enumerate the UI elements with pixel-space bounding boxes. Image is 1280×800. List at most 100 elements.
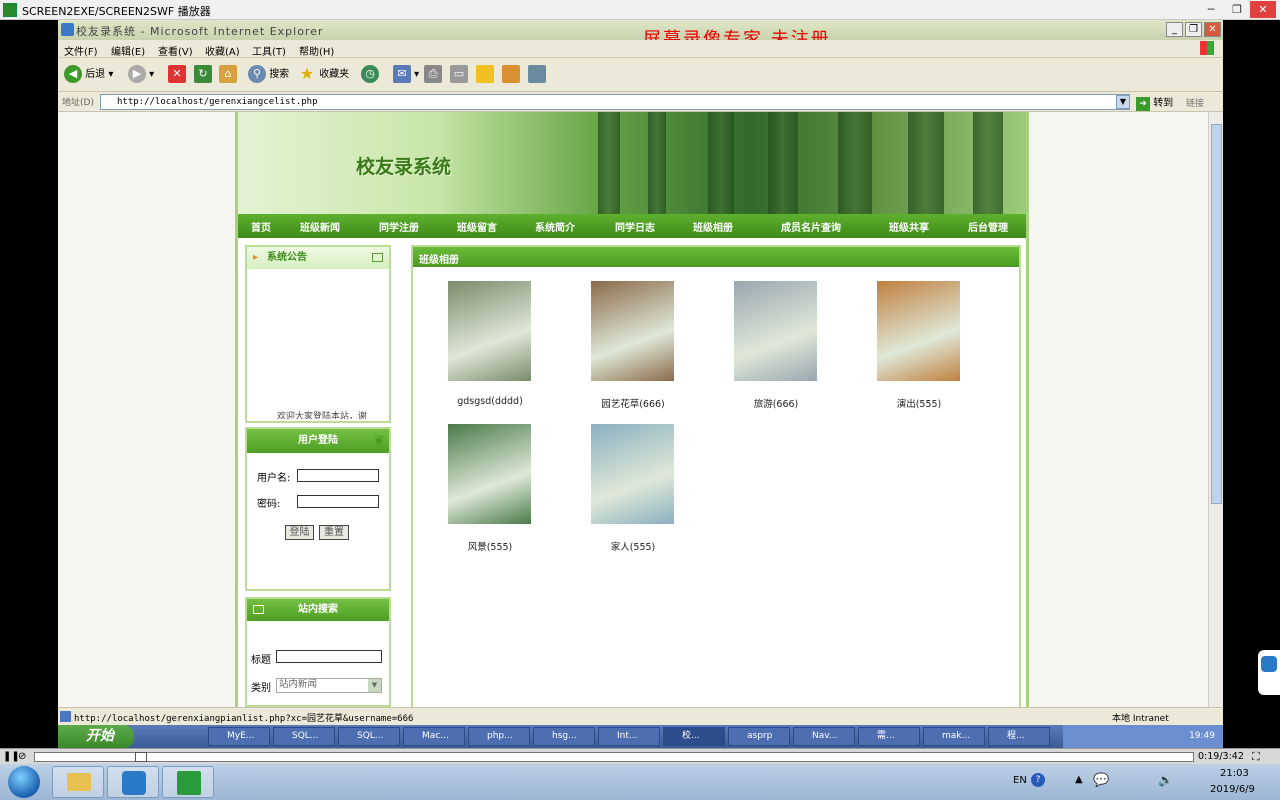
ie-restore-button[interactable]: ❐ bbox=[1185, 22, 1202, 37]
ie-close-button[interactable]: ✕ bbox=[1204, 22, 1221, 37]
win7-clock-time[interactable]: 21:03 bbox=[1220, 768, 1249, 779]
player-taskbar-button[interactable] bbox=[162, 766, 214, 798]
album-caption[interactable]: 风景(555) bbox=[430, 539, 550, 553]
start-button[interactable]: 开始 bbox=[58, 725, 134, 748]
menu-help[interactable]: 帮助(H) bbox=[299, 43, 334, 58]
go-button[interactable]: ➜ 转到 bbox=[1136, 94, 1173, 111]
taskbar-task[interactable]: mak... bbox=[923, 727, 985, 746]
address-dropdown-icon[interactable]: ▼ bbox=[1116, 95, 1130, 109]
taskbar-task[interactable]: MyE... bbox=[208, 727, 270, 746]
volume-icon[interactable]: 🔊 bbox=[1158, 773, 1173, 787]
stop-icon[interactable]: ⊘ bbox=[18, 751, 26, 762]
username-input[interactable] bbox=[297, 469, 379, 482]
teamviewer-taskbar-button[interactable] bbox=[107, 766, 159, 798]
album-caption[interactable]: 园艺花草(666) bbox=[573, 396, 693, 410]
taskbar-task[interactable]: Mac... bbox=[403, 727, 465, 746]
player-maximize-button[interactable]: ❐ bbox=[1224, 1, 1250, 18]
taskbar-task[interactable]: Int... bbox=[598, 727, 660, 746]
help-icon[interactable]: ? bbox=[1031, 773, 1045, 787]
search-box-icon bbox=[253, 605, 264, 614]
taskbar-task[interactable]: 校... bbox=[663, 727, 725, 746]
taskbar-task[interactable]: php... bbox=[468, 727, 530, 746]
album-caption[interactable]: 家人(555) bbox=[573, 539, 693, 553]
album-photo[interactable] bbox=[448, 281, 531, 381]
nav-guestbook[interactable]: 班级留言 bbox=[457, 219, 497, 234]
album-photo[interactable] bbox=[877, 281, 960, 381]
nav-share[interactable]: 班级共享 bbox=[889, 219, 929, 234]
chevron-down-icon: ▼ bbox=[368, 679, 381, 692]
taskbar-task[interactable]: asprp bbox=[728, 727, 790, 746]
win7-start-orb[interactable] bbox=[8, 766, 40, 798]
nav-album[interactable]: 班级相册 bbox=[693, 219, 733, 234]
favorites-button[interactable]: ★ 收藏夹 bbox=[298, 65, 349, 85]
status-url: http://localhost/gerenxiangpianlist.php?… bbox=[74, 714, 414, 724]
site-banner: 校友录系统 bbox=[238, 112, 1026, 214]
mail-button[interactable]: ✉ ▾ bbox=[393, 65, 419, 85]
taskbar-task[interactable]: SQL... bbox=[273, 727, 335, 746]
seek-bar[interactable] bbox=[34, 752, 1194, 762]
print-button[interactable]: ⎙ bbox=[424, 65, 442, 85]
nav-diary[interactable]: 同学日志 bbox=[615, 219, 655, 234]
page-icon bbox=[60, 711, 71, 722]
forward-button[interactable]: ▶ ▾ bbox=[128, 65, 154, 85]
taskbar-task[interactable]: SQL... bbox=[338, 727, 400, 746]
win7-clock-date[interactable]: 2019/6/9 bbox=[1210, 784, 1255, 795]
fullscreen-icon[interactable]: ⛶ bbox=[1252, 750, 1260, 764]
album-caption[interactable]: 旅游(666) bbox=[716, 396, 836, 410]
search-category-select[interactable]: 站内新闻 ▼ bbox=[276, 678, 382, 693]
nav-admin[interactable]: 后台管理 bbox=[968, 219, 1008, 234]
address-label: 地址(D) bbox=[62, 98, 94, 108]
login-button[interactable]: 登陆 bbox=[285, 525, 314, 540]
taskbar-task[interactable]: 程... bbox=[988, 727, 1050, 746]
album-photo[interactable] bbox=[591, 424, 674, 524]
seek-thumb[interactable] bbox=[135, 752, 147, 762]
search-title-input[interactable] bbox=[276, 650, 382, 663]
album-photo[interactable] bbox=[448, 424, 531, 524]
back-button[interactable]: ◀ 后退 ▾ bbox=[64, 65, 113, 85]
player-close-button[interactable]: ✕ bbox=[1250, 1, 1276, 18]
show-hidden-icons[interactable]: ▲ bbox=[1075, 774, 1083, 785]
nav-about[interactable]: 系统简介 bbox=[535, 219, 575, 234]
research-button[interactable] bbox=[502, 65, 520, 85]
taskbar-task[interactable]: Nav... bbox=[793, 727, 855, 746]
messenger-button[interactable] bbox=[528, 65, 546, 85]
menu-edit[interactable]: 编辑(E) bbox=[111, 43, 145, 58]
nav-card-search[interactable]: 成员名片查询 bbox=[781, 219, 841, 234]
scrollbar-thumb[interactable] bbox=[1211, 124, 1222, 504]
ie-menu-bar: 文件(F) 编辑(E) 查看(V) 收藏(A) 工具(T) 帮助(H) bbox=[58, 40, 1223, 58]
menu-view[interactable]: 查看(V) bbox=[158, 43, 193, 58]
stop-button[interactable]: ✕ bbox=[168, 65, 186, 85]
nav-register[interactable]: 同学注册 bbox=[379, 219, 419, 234]
search-button[interactable]: ⚲ 搜索 bbox=[248, 65, 289, 85]
nav-class-news[interactable]: 班级新闻 bbox=[300, 219, 340, 234]
menu-file[interactable]: 文件(F) bbox=[64, 43, 98, 58]
history-button[interactable]: ◷ bbox=[361, 65, 379, 85]
chat-icon[interactable]: 💬 bbox=[1093, 773, 1109, 788]
password-input[interactable] bbox=[297, 495, 379, 508]
nav-home[interactable]: 首页 bbox=[251, 219, 271, 234]
menu-favorites[interactable]: 收藏(A) bbox=[205, 43, 240, 58]
discuss-button[interactable] bbox=[476, 65, 494, 85]
ie-minimize-button[interactable]: _ bbox=[1166, 22, 1183, 37]
album-caption[interactable]: 演出(555) bbox=[859, 396, 979, 410]
album-photo[interactable] bbox=[734, 281, 817, 381]
album-caption[interactable]: gdsgsd(dddd) bbox=[430, 396, 550, 407]
search-category-label: 类别 bbox=[251, 683, 271, 694]
taskbar-task[interactable]: 需... bbox=[858, 727, 920, 746]
language-indicator[interactable]: EN bbox=[1013, 775, 1027, 786]
vertical-scrollbar[interactable] bbox=[1208, 112, 1223, 707]
refresh-button[interactable]: ↻ bbox=[194, 65, 212, 85]
address-input[interactable]: http://localhost/gerenxiangcelist.php bbox=[100, 94, 1130, 110]
player-minimize-button[interactable]: ─ bbox=[1198, 1, 1224, 18]
explorer-taskbar-button[interactable] bbox=[52, 766, 104, 798]
album-header: 班级相册 bbox=[413, 247, 1019, 267]
links-label[interactable]: 链接 bbox=[1186, 96, 1204, 109]
side-dock-app[interactable] bbox=[1258, 650, 1280, 695]
windows-logo-icon bbox=[1200, 41, 1214, 55]
taskbar-task[interactable]: hsg... bbox=[533, 727, 595, 746]
menu-tools[interactable]: 工具(T) bbox=[252, 43, 286, 58]
album-photo[interactable] bbox=[591, 281, 674, 381]
edit-button[interactable]: ▭ bbox=[450, 65, 468, 85]
reset-button[interactable]: 重置 bbox=[319, 525, 349, 540]
home-button[interactable]: ⌂ bbox=[219, 65, 237, 85]
